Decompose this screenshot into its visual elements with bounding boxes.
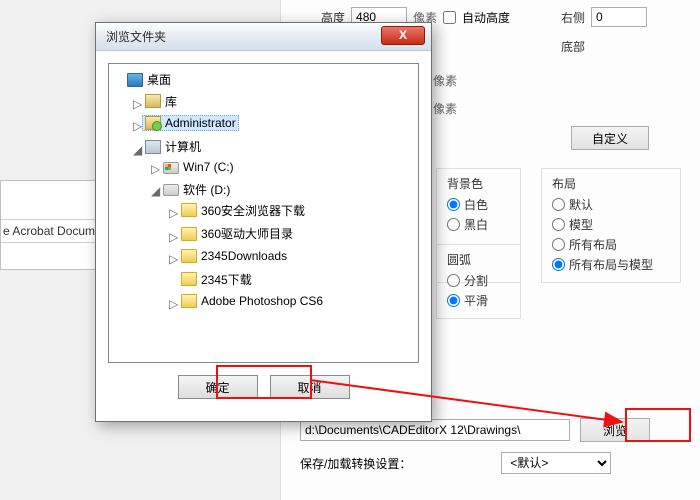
dialog-titlebar[interactable]: 浏览文件夹 X xyxy=(96,23,431,51)
custom-button[interactable]: 自定义 xyxy=(571,126,649,150)
arc-split-radio[interactable] xyxy=(447,274,460,287)
arc-split-label: 分割 xyxy=(464,272,488,289)
bgcolor-black-label: 黑白 xyxy=(464,216,488,233)
save-load-combo[interactable]: <默认> xyxy=(501,452,611,474)
expander-icon[interactable]: ▷ xyxy=(169,230,178,244)
pixel-unit-3: 像素 xyxy=(433,100,457,117)
browse-folder-dialog: 浏览文件夹 X 桌面 ▷库 ▷Administrator ◢计算机 ▷Win7 … xyxy=(95,22,432,422)
bgcolor-black-radio[interactable] xyxy=(447,218,460,231)
folder-icon xyxy=(181,294,197,308)
tree-node-drive-d[interactable]: 软件 (D:) xyxy=(160,180,233,199)
browse-button[interactable]: 浏览 xyxy=(580,418,650,442)
computer-icon xyxy=(145,140,161,154)
bgcolor-white-radio[interactable] xyxy=(447,198,460,211)
dialog-title: 浏览文件夹 xyxy=(106,28,166,45)
layout-all-label: 所有布局 xyxy=(569,236,617,253)
close-button[interactable]: X xyxy=(381,26,425,45)
bgcolor-white-label: 白色 xyxy=(464,196,488,213)
desktop-icon xyxy=(127,73,143,87)
arc-smooth-label: 平滑 xyxy=(464,292,488,309)
layout-all-model-label: 所有布局与模型 xyxy=(569,256,653,273)
pixel-unit-2: 像素 xyxy=(433,72,457,89)
drive-icon xyxy=(163,184,179,196)
folder-icon xyxy=(181,272,197,286)
expander-icon[interactable]: ▷ xyxy=(169,297,178,311)
auto-height-checkbox[interactable] xyxy=(443,11,456,24)
library-icon xyxy=(145,94,161,108)
folder-icon xyxy=(181,227,197,241)
auto-height-label: 自动高度 xyxy=(462,9,510,26)
folder-tree[interactable]: 桌面 ▷库 ▷Administrator ◢计算机 ▷Win7 (C:) ◢软件… xyxy=(108,63,419,363)
layout-default-radio[interactable] xyxy=(552,198,565,211)
layout-title: 布局 xyxy=(552,175,670,192)
tree-node-library[interactable]: 库 xyxy=(142,92,180,111)
layout-model-radio[interactable] xyxy=(552,218,565,231)
tree-node-folder[interactable]: 360驱动大师目录 xyxy=(178,224,296,243)
layout-all-radio[interactable] xyxy=(552,238,565,251)
tree-node-folder[interactable]: 2345Downloads xyxy=(178,248,290,264)
ok-button[interactable]: 确定 xyxy=(178,375,258,399)
expander-icon[interactable]: ◢ xyxy=(151,184,160,198)
tree-node-folder[interactable]: 360安全浏览器下载 xyxy=(178,201,308,220)
tree-node-drive-c[interactable]: Win7 (C:) xyxy=(160,159,237,175)
expander-icon[interactable]: ▷ xyxy=(169,252,178,266)
folder-icon xyxy=(181,203,197,217)
right-input[interactable] xyxy=(591,7,647,27)
bottom-label: 底部 xyxy=(561,38,585,55)
bgcolor-title: 背景色 xyxy=(447,175,510,192)
right-label: 右侧 xyxy=(561,9,585,26)
drive-icon xyxy=(163,162,179,174)
arc-title: 圆弧 xyxy=(447,251,510,268)
tree-node-user[interactable]: Administrator xyxy=(142,115,239,131)
tree-node-desktop[interactable]: 桌面 xyxy=(124,70,174,89)
cancel-button[interactable]: 取消 xyxy=(270,375,350,399)
tree-node-folder[interactable]: Adobe Photoshop CS6 xyxy=(178,293,326,309)
expander-icon[interactable]: ▷ xyxy=(133,97,142,111)
layout-model-label: 模型 xyxy=(569,216,593,233)
folder-icon xyxy=(181,249,197,263)
tree-node-folder[interactable]: 2345下载 xyxy=(178,270,255,289)
arc-smooth-radio[interactable] xyxy=(447,294,460,307)
layout-default-label: 默认 xyxy=(569,196,593,213)
layout-all-model-radio[interactable] xyxy=(552,258,565,271)
expander-icon[interactable]: ▷ xyxy=(151,162,160,176)
save-load-label: 保存/加载转换设置： xyxy=(300,455,411,472)
user-folder-icon xyxy=(145,116,161,130)
expander-icon[interactable]: ▷ xyxy=(169,206,178,220)
tree-node-computer[interactable]: 计算机 xyxy=(142,137,204,156)
expander-icon[interactable]: ◢ xyxy=(133,143,142,157)
path-input[interactable] xyxy=(300,419,570,441)
expander-icon[interactable]: ▷ xyxy=(133,119,142,133)
